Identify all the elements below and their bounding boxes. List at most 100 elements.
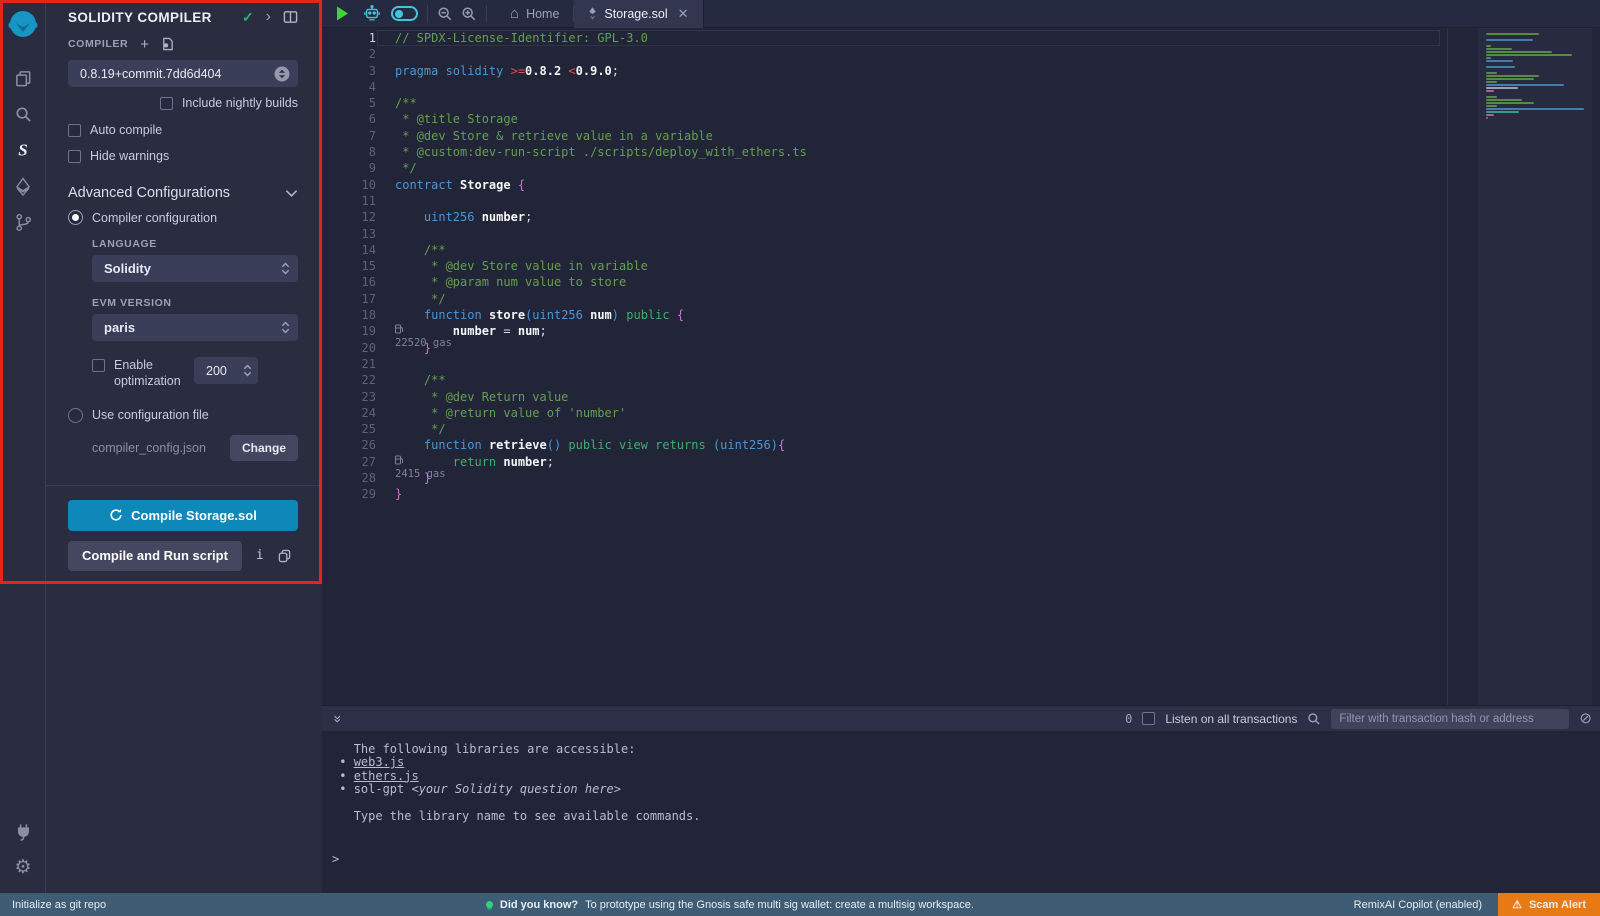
svg-text:S: S — [18, 141, 27, 160]
compiler-version-select[interactable]: 0.8.19+commit.7dd6d404 — [68, 60, 298, 87]
remix-logo-icon[interactable] — [6, 8, 40, 42]
panel-divider — [46, 485, 322, 486]
code-line: } — [395, 340, 811, 356]
file-explorer-icon[interactable] — [0, 60, 46, 96]
code-line: /** — [395, 95, 811, 111]
terminal-search-icon[interactable] — [1307, 712, 1321, 726]
change-config-button[interactable]: Change — [230, 435, 298, 461]
code-line: * @param num value to store — [395, 274, 811, 290]
tab-home-label: Home — [526, 7, 559, 21]
auto-compile-row: Auto compile — [68, 123, 298, 137]
code-line — [395, 46, 811, 62]
git-icon[interactable] — [0, 204, 46, 240]
terminal-line: Type the library name to see available c… — [332, 810, 1600, 823]
copilot-status[interactable]: RemixAI Copilot (enabled) — [1354, 899, 1482, 911]
search-icon[interactable] — [0, 96, 46, 132]
git-init-status[interactable]: Initialize as git repo — [12, 899, 106, 911]
tab-storage-sol[interactable]: Storage.sol ✕ — [574, 0, 703, 28]
version-stepper-icon — [274, 66, 290, 82]
library-link[interactable]: ethers.js — [354, 769, 419, 783]
evm-version-value: paris — [104, 320, 281, 335]
tab-storage-label: Storage.sol — [604, 7, 667, 21]
add-compiler-icon[interactable]: + — [140, 37, 149, 52]
use-configuration-file-radio[interactable] — [68, 408, 83, 423]
code-line: * @title Storage — [395, 111, 811, 127]
main-area: ⌂ Home Storage.sol ✕ 1234567891011121314… — [322, 0, 1600, 893]
code-line — [395, 79, 811, 95]
auto-compile-label: Auto compile — [90, 123, 162, 137]
solidity-compiler-icon[interactable]: S — [0, 132, 46, 168]
compiler-configuration-row: Compiler configuration — [68, 210, 298, 225]
split-view-icon[interactable] — [283, 10, 298, 24]
open-file-icon[interactable] — [161, 37, 174, 51]
collapse-terminal-icon[interactable]: « — [328, 715, 344, 723]
deploy-run-icon[interactable] — [0, 168, 46, 204]
copy-icon[interactable] — [278, 549, 291, 563]
line-number-gutter[interactable]: 1234567891011121314151617181920212223242… — [322, 30, 376, 503]
compiler-configuration-label: Compiler configuration — [92, 211, 217, 225]
code-line: /** — [395, 242, 811, 258]
terminal-line: • sol-gpt <your Solidity question here> — [332, 783, 1600, 796]
terminal-line: The following libraries are accessible: — [332, 743, 1600, 756]
code-line — [395, 193, 811, 209]
optimization-runs-value: 200 — [206, 364, 243, 378]
advanced-configurations-header[interactable]: Advanced Configurations — [68, 185, 298, 201]
status-bar: Initialize as git repo Did you know? To … — [0, 893, 1600, 916]
code-line: number = num; — [395, 323, 811, 339]
compile-and-run-button[interactable]: Compile and Run script — [68, 541, 242, 571]
plugin-manager-icon[interactable] — [0, 813, 46, 849]
terminal-output[interactable]: The following libraries are accessible: … — [322, 731, 1600, 893]
compiler-version-value: 0.8.19+commit.7dd6d404 — [80, 67, 274, 81]
library-link[interactable]: web3.js — [354, 755, 405, 769]
compile-button[interactable]: Compile Storage.sol — [68, 500, 298, 531]
terminal-line — [332, 797, 1600, 810]
tip-bulb-icon — [486, 901, 493, 908]
compile-button-label: Compile Storage.sol — [131, 508, 257, 523]
code-editor[interactable]: 1234567891011121314151617181920212223242… — [322, 28, 1600, 705]
transaction-filter-input[interactable] — [1331, 709, 1569, 729]
evm-version-select[interactable]: paris — [92, 314, 298, 341]
optimization-runs-input[interactable]: 200 — [194, 357, 258, 384]
chevron-right-icon[interactable]: › — [266, 9, 271, 25]
code-line: * @dev Return value — [395, 389, 811, 405]
zoom-out-icon[interactable] — [437, 6, 453, 22]
auto-compile-checkbox[interactable] — [68, 124, 81, 137]
editor-tabbar: ⌂ Home Storage.sol ✕ — [322, 0, 1600, 28]
listen-transactions-checkbox[interactable] — [1142, 712, 1155, 725]
tab-home[interactable]: ⌂ Home — [496, 0, 573, 28]
zoom-in-icon[interactable] — [461, 6, 477, 22]
clear-console-icon[interactable]: ⊘ — [1579, 711, 1592, 726]
code-line: // SPDX-License-Identifier: GPL-3.0 — [395, 30, 811, 46]
run-script-play-icon[interactable] — [336, 6, 349, 21]
remix-ide-window: S ⚙ SOLIDITY COMPILER ✓ › COMPILER + — [0, 0, 1600, 916]
solidity-compiler-panel: SOLIDITY COMPILER ✓ › COMPILER + 0.8.19+… — [46, 0, 322, 893]
terminal-header: « 0 Listen on all transactions ⊘ — [322, 705, 1600, 731]
terminal-prompt[interactable]: > — [332, 853, 1600, 866]
compiler-configuration-radio[interactable] — [68, 210, 83, 225]
config-file-row: compiler_config.json Change — [92, 435, 298, 461]
language-label: LANGUAGE — [92, 238, 298, 250]
language-value: Solidity — [104, 261, 281, 276]
tab-close-icon[interactable]: ✕ — [678, 6, 689, 22]
copilot-toggle[interactable] — [391, 6, 418, 21]
toolbar-separator — [427, 5, 428, 22]
include-nightly-checkbox[interactable] — [160, 97, 173, 110]
advanced-configurations-title: Advanced Configurations — [68, 185, 285, 201]
hide-warnings-checkbox[interactable] — [68, 150, 81, 163]
enable-optimization-checkbox[interactable] — [92, 359, 105, 372]
activity-bar: S ⚙ — [0, 0, 46, 893]
code-line: */ — [395, 160, 811, 176]
terminal-line: • web3.js — [332, 756, 1600, 769]
minimap[interactable] — [1478, 28, 1592, 705]
use-configuration-file-label: Use configuration file — [92, 408, 209, 422]
code-line — [395, 226, 811, 242]
compiler-section-label: COMPILER — [68, 38, 128, 50]
settings-gear-icon[interactable]: ⚙ — [0, 849, 46, 885]
solidity-file-icon — [588, 7, 597, 20]
info-icon[interactable]: i — [256, 548, 264, 563]
scam-alert-badge[interactable]: ⚠ Scam Alert — [1498, 893, 1600, 916]
language-select[interactable]: Solidity — [92, 255, 298, 282]
remixai-robot-icon[interactable] — [363, 5, 381, 22]
toolbar-separator — [486, 5, 487, 22]
scam-alert-label: Scam Alert — [1529, 899, 1586, 911]
